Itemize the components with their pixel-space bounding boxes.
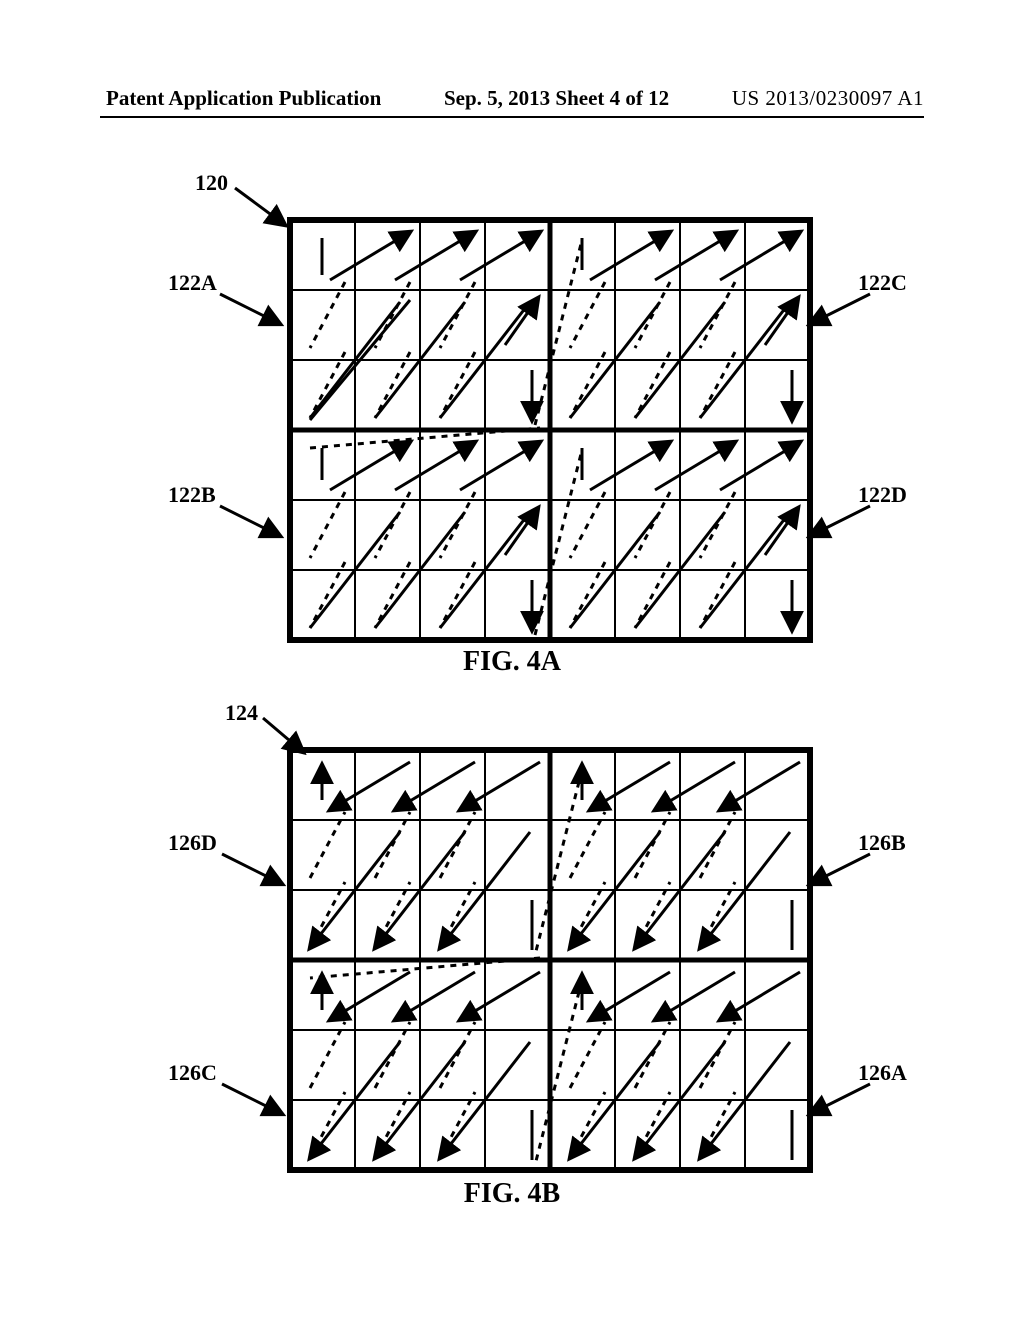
leader-124 <box>258 710 318 760</box>
ref-124: 124 <box>225 700 258 726</box>
leader-122D <box>800 494 880 544</box>
leader-122A <box>210 282 290 332</box>
page-header: Patent Application Publication Sep. 5, 2… <box>106 86 924 111</box>
header-right: US 2013/0230097 A1 <box>732 86 924 111</box>
ref-126C: 126C <box>168 1060 217 1086</box>
caption-4a: FIG. 4A <box>0 646 1024 678</box>
caption-4b: FIG. 4B <box>0 1178 1024 1210</box>
leader-126B <box>800 842 880 892</box>
fig4b-scan-arrows <box>290 750 810 1170</box>
header-center: Sep. 5, 2013 Sheet 4 of 12 <box>444 86 669 111</box>
header-left: Patent Application Publication <box>106 86 381 111</box>
figure-4b: 124 126D 126C 126B 126A <box>0 700 1024 1210</box>
figure-4a: 120 122A 122B 122C 122D <box>0 170 1024 680</box>
leader-122C <box>800 282 880 332</box>
leader-126C <box>212 1072 292 1122</box>
page: Patent Application Publication Sep. 5, 2… <box>0 0 1024 1320</box>
ref-120: 120 <box>195 170 228 196</box>
leader-126D <box>212 842 292 892</box>
leader-126A <box>800 1072 880 1122</box>
ref-122B: 122B <box>168 482 216 508</box>
ref-126D: 126D <box>168 830 217 856</box>
leader-120 <box>230 180 300 230</box>
header-rule <box>100 116 924 118</box>
leader-122B <box>210 494 290 544</box>
fig4a-scan-arrows <box>290 220 810 640</box>
